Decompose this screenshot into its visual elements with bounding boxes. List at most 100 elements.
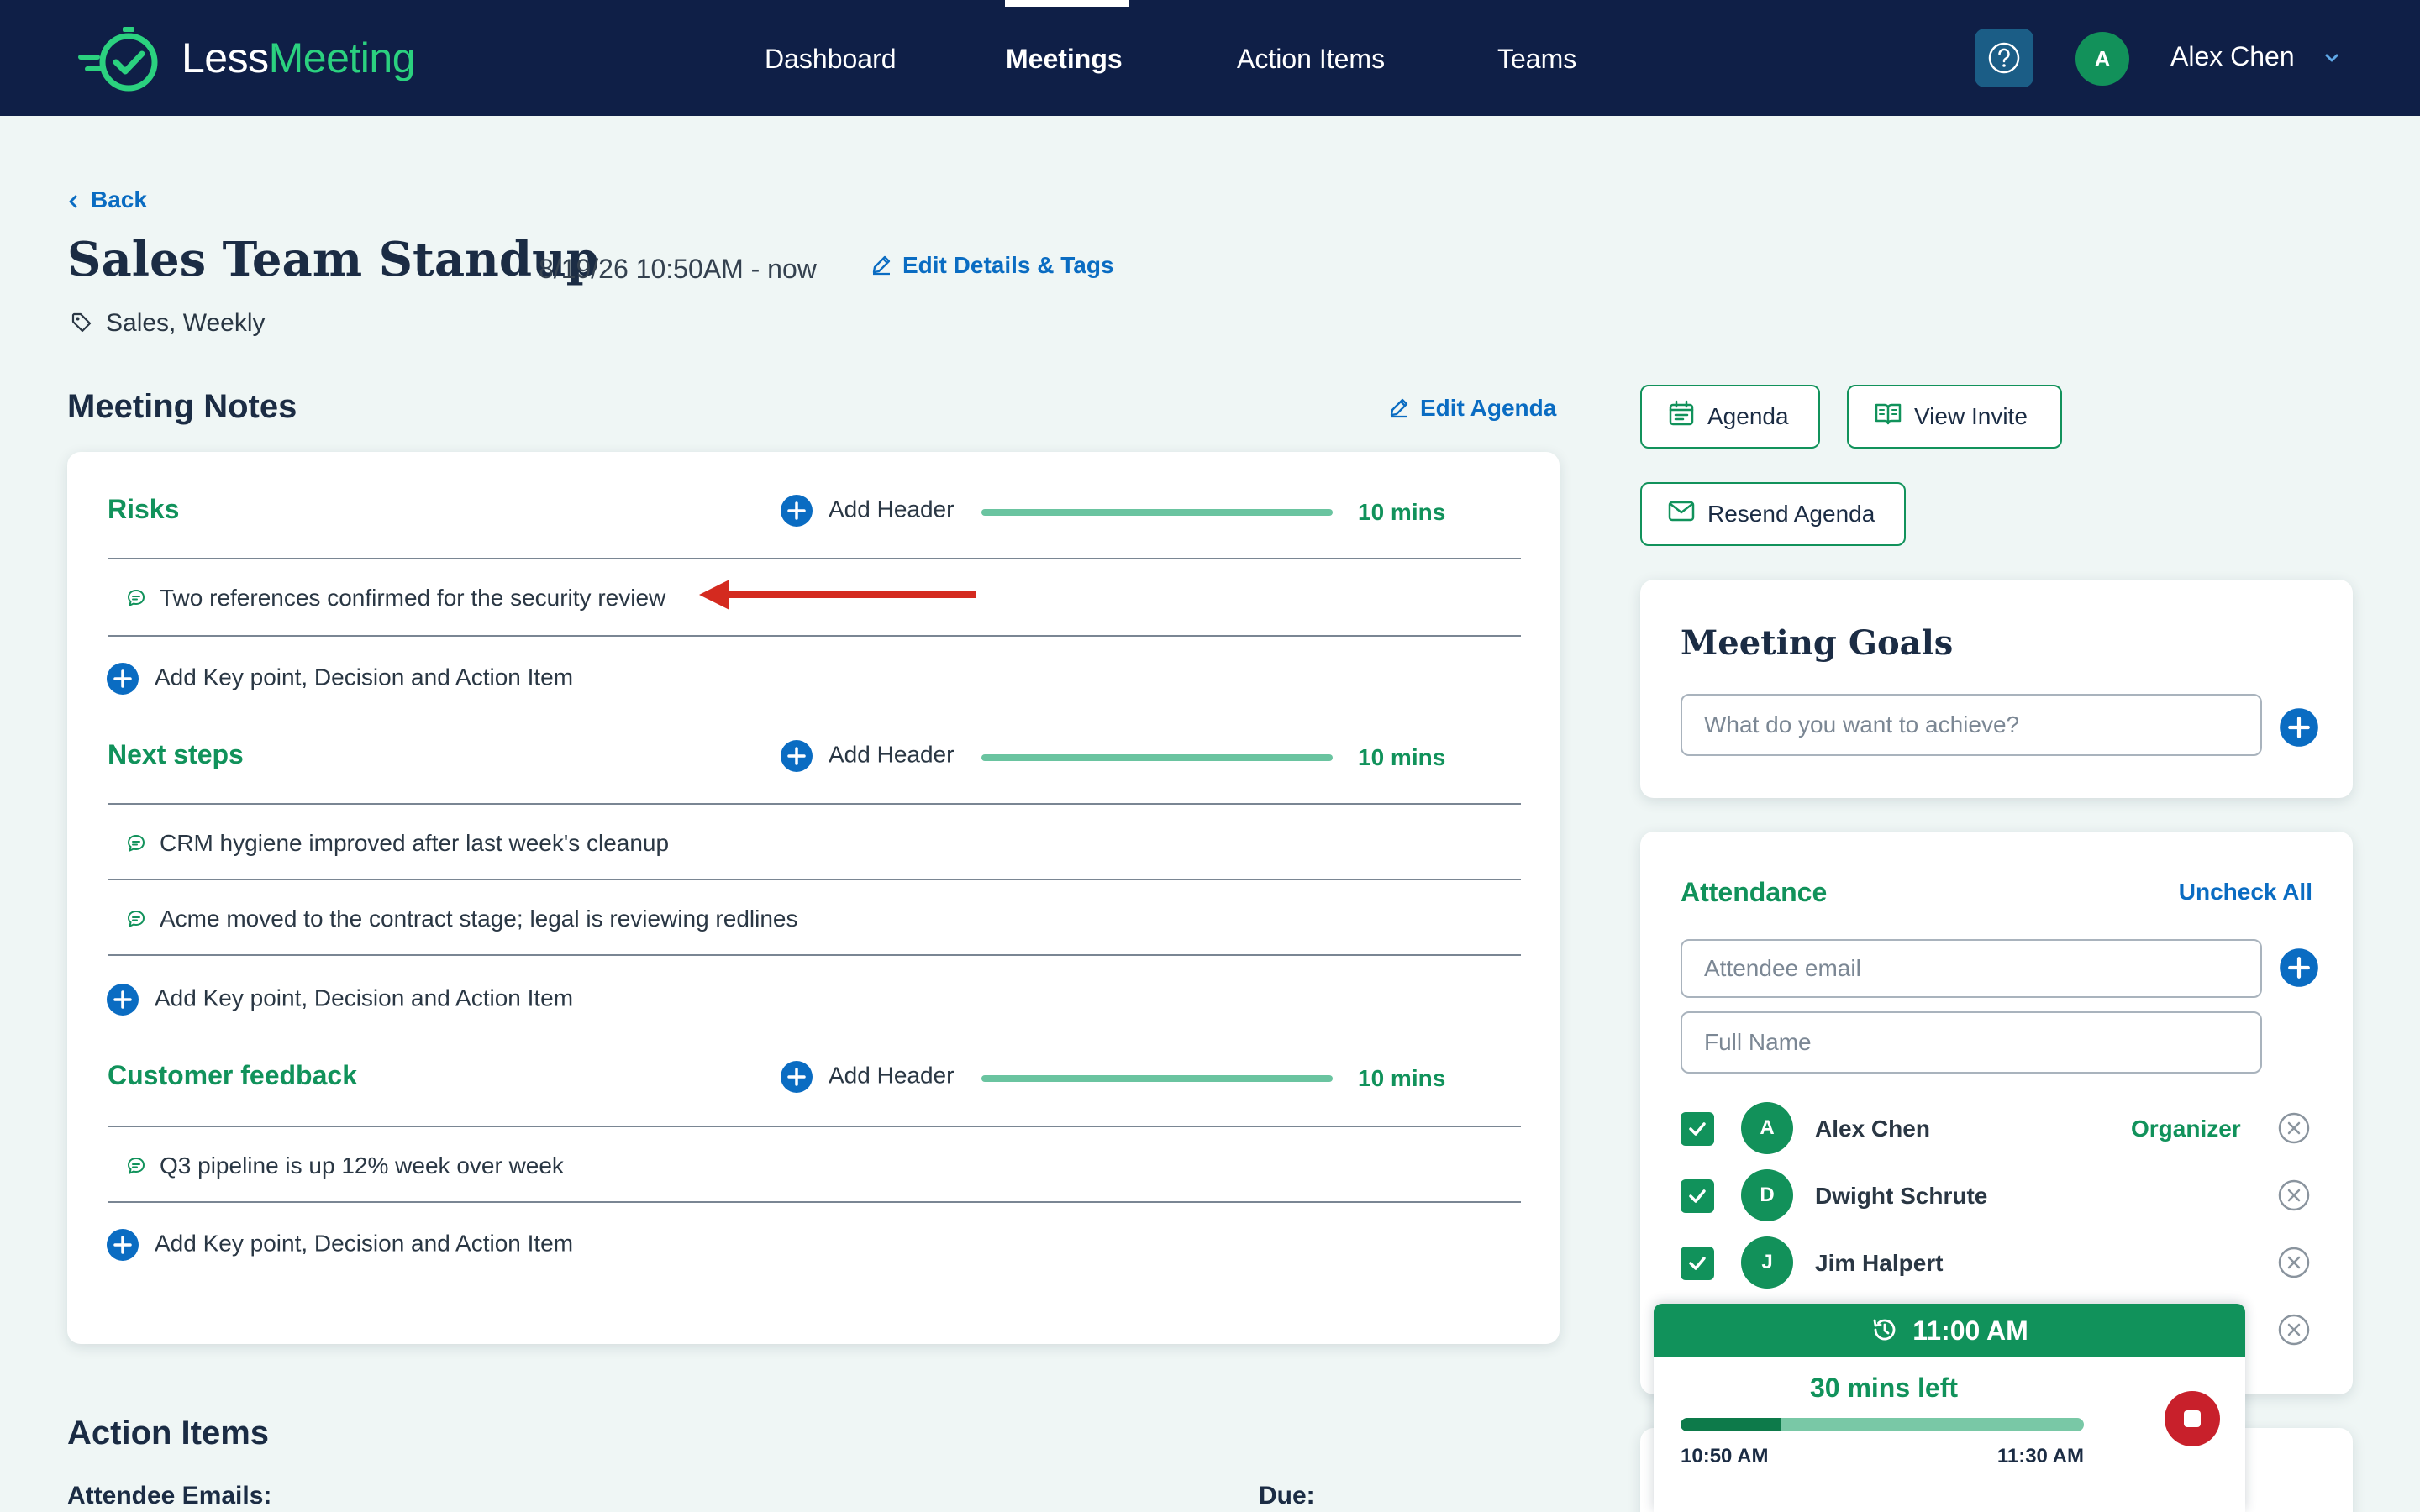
timer-progress-track: [1681, 1418, 2084, 1431]
nav-action-items[interactable]: Action Items: [1237, 44, 1385, 75]
divider: [108, 879, 1521, 880]
clock-history-icon: [1873, 1319, 1896, 1341]
plus-circle-icon: [107, 1229, 139, 1261]
nav-dashboard[interactable]: Dashboard: [765, 44, 897, 75]
add-point-button[interactable]: Add Key point, Decision and Action Item: [106, 662, 573, 696]
view-invite-button[interactable]: View Invite: [1847, 385, 2062, 449]
comment-icon: [127, 589, 145, 607]
top-nav: LessMeeting Dashboard Meetings Action It…: [0, 0, 2420, 116]
calendar-icon: [1669, 400, 1694, 426]
stop-meeting-button[interactable]: [2165, 1391, 2220, 1446]
attendee-avatar: J: [1741, 1236, 1793, 1289]
checkmark-icon: [1689, 1257, 1706, 1270]
divider: [108, 635, 1521, 637]
topic-title[interactable]: Risks: [108, 494, 179, 525]
plus-circle-icon: [781, 740, 813, 772]
edit-details-button[interactable]: Edit Details & Tags: [871, 252, 1114, 279]
topic-title[interactable]: Customer feedback: [108, 1060, 357, 1091]
add-header-button[interactable]: Add Header: [780, 494, 954, 528]
add-goal-button[interactable]: [2279, 707, 2319, 748]
attendee-name: Jim Halpert: [1815, 1250, 1944, 1276]
attendee-email-input[interactable]: Attendee email: [1681, 939, 2262, 998]
remove-attendee-icon[interactable]: [2277, 1313, 2311, 1347]
goal-input[interactable]: What do you want to achieve?: [1681, 694, 2262, 756]
timer-start-time: 10:50 AM: [1681, 1445, 1769, 1467]
meeting-goals-title: Meeting Goals: [1681, 623, 1954, 663]
meeting-datetime: 8/19/26 10:50AM - now: [539, 254, 817, 284]
user-avatar[interactable]: A: [2075, 32, 2129, 86]
attendee-checkbox[interactable]: [1681, 1247, 1714, 1280]
divider: [108, 954, 1521, 956]
user-name[interactable]: Alex Chen: [2170, 41, 2295, 72]
pencil-icon: [872, 255, 891, 276]
full-name-input[interactable]: Full Name: [1681, 1011, 2262, 1074]
attendee-checkbox[interactable]: [1681, 1179, 1714, 1213]
comment-icon: [127, 834, 145, 853]
topic-duration: 10 mins: [1358, 499, 1446, 525]
pencil-icon: [1390, 398, 1408, 418]
note-text: Acme moved to the contract stage; legal …: [160, 906, 798, 932]
stop-icon: [2184, 1410, 2201, 1427]
help-button[interactable]: [1975, 29, 2033, 87]
back-label: Back: [91, 186, 147, 213]
divider: [108, 803, 1521, 805]
chevron-down-icon[interactable]: [2319, 45, 2344, 71]
nav-meetings[interactable]: Meetings: [1006, 44, 1123, 75]
tag-icon: [71, 312, 92, 333]
attendee-row: A Alex Chen Organizer: [1640, 1099, 2353, 1158]
nav-teams[interactable]: Teams: [1497, 44, 1576, 75]
note-text: CRM hygiene improved after last week's c…: [160, 830, 670, 856]
divider: [108, 1126, 1521, 1127]
topic-duration: 10 mins: [1358, 1065, 1446, 1091]
resend-agenda-label: Resend Agenda: [1707, 501, 1876, 527]
logo-icon[interactable]: [77, 24, 161, 94]
timer-end-time: 11:30 AM: [1996, 1445, 2084, 1467]
agenda-label: Agenda: [1707, 403, 1789, 429]
edit-agenda-button[interactable]: Edit Agenda: [1388, 395, 1556, 422]
add-header-button[interactable]: Add Header: [780, 1060, 954, 1094]
page-title: Sales Team Standup: [67, 232, 599, 287]
comment-icon: [127, 910, 145, 928]
brand-name[interactable]: LessMeeting: [182, 34, 416, 82]
add-point-label: Add Key point, Decision and Action Item: [155, 664, 574, 690]
nav-active-indicator: [1005, 0, 1129, 7]
agenda-button[interactable]: Agenda: [1640, 385, 1820, 449]
attendee-checkbox[interactable]: [1681, 1112, 1714, 1146]
add-header-button[interactable]: Add Header: [780, 739, 954, 773]
note-item[interactable]: CRM hygiene improved after last week's c…: [126, 830, 669, 857]
attendee-name: Alex Chen: [1815, 1116, 1930, 1142]
question-circle-icon: [1988, 42, 2020, 74]
remove-attendee-icon[interactable]: [2277, 1179, 2311, 1212]
remove-attendee-icon[interactable]: [2277, 1111, 2311, 1145]
organizer-badge: Organizer: [2131, 1116, 2241, 1142]
timer-current-time: 11:00 AM: [1912, 1315, 2028, 1346]
attendee-row: J Jim Halpert: [1640, 1233, 2353, 1292]
attendance-title: Attendance: [1681, 877, 1828, 907]
red-arrow-annotation: [699, 580, 976, 610]
resend-agenda-button[interactable]: Resend Agenda: [1640, 482, 1906, 546]
uncheck-all-button[interactable]: Uncheck All: [2179, 879, 2312, 906]
remove-attendee-icon[interactable]: [2277, 1246, 2311, 1279]
timer-progress-fill: [1681, 1418, 1781, 1431]
add-point-button[interactable]: Add Key point, Decision and Action Item: [106, 1228, 573, 1262]
plus-circle-icon: [107, 663, 139, 695]
comment-icon: [127, 1157, 145, 1175]
add-header-label: Add Header: [829, 496, 955, 522]
timer-remaining: 30 mins left: [1809, 1373, 1959, 1403]
add-point-button[interactable]: Add Key point, Decision and Action Item: [106, 983, 573, 1016]
add-header-label: Add Header: [829, 741, 955, 768]
topic-time-bar: [981, 754, 1333, 761]
attendee-avatar: A: [1741, 1102, 1793, 1154]
timer-header: 11:00 AM: [1654, 1304, 2245, 1357]
plus-circle-icon: [781, 495, 813, 527]
note-item[interactable]: Acme moved to the contract stage; legal …: [126, 906, 798, 932]
view-invite-label: View Invite: [1914, 403, 2028, 429]
note-item[interactable]: Two references confirmed for the securit…: [126, 585, 666, 612]
topic-title[interactable]: Next steps: [108, 739, 244, 770]
chevron-left-icon: [69, 195, 77, 208]
add-attendee-button[interactable]: [2279, 948, 2319, 988]
attendee-emails-label: Attendee Emails:: [67, 1482, 272, 1509]
back-link[interactable]: Back: [67, 186, 147, 213]
book-icon: [1875, 403, 1902, 425]
note-item[interactable]: Q3 pipeline is up 12% week over week: [126, 1152, 564, 1179]
